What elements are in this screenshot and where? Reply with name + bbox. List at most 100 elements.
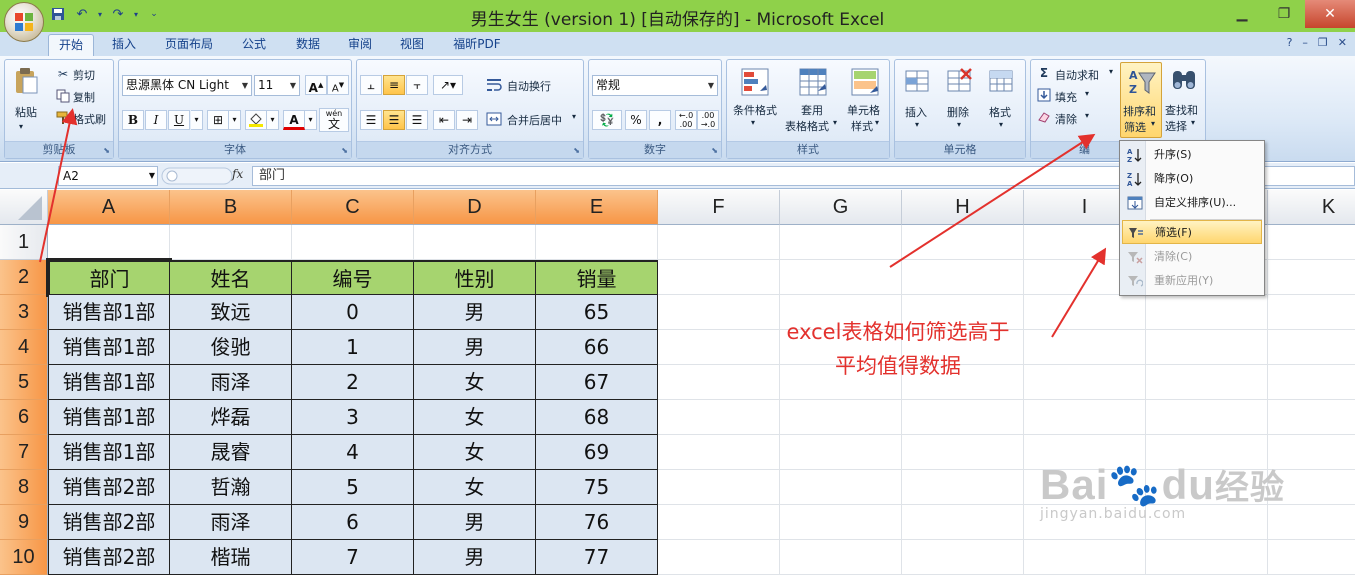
table-cell[interactable]: 68	[536, 400, 658, 435]
insert-function-icon[interactable]: fx	[232, 167, 243, 181]
column-header-e[interactable]: E	[536, 190, 658, 225]
tab-insert[interactable]: 插入	[104, 34, 144, 56]
font-name-select[interactable]: 思源黑体 CN Light ▼	[122, 75, 252, 96]
grid-cell[interactable]	[1268, 400, 1355, 435]
table-cell[interactable]: 75	[536, 470, 658, 505]
paste-icon[interactable]	[11, 66, 41, 96]
increase-indent-icon[interactable]: ⇥	[456, 110, 478, 130]
table-header-cell[interactable]: 销量	[536, 260, 658, 295]
row-header-8[interactable]: 8	[0, 470, 48, 505]
row-header-4[interactable]: 4	[0, 330, 48, 365]
grow-font-button[interactable]: A▲	[305, 75, 327, 95]
table-cell[interactable]: 销售部2部	[48, 540, 170, 575]
grid-cell[interactable]	[658, 295, 780, 330]
table-cell[interactable]: 男	[414, 295, 536, 330]
help-icon[interactable]: ?	[1287, 36, 1293, 49]
table-cell[interactable]: 6	[292, 505, 414, 540]
grid-cell[interactable]	[1146, 540, 1268, 575]
grid-cell[interactable]	[1024, 365, 1146, 400]
align-middle-icon[interactable]: ≡	[383, 75, 405, 95]
grid-cell[interactable]	[1268, 365, 1355, 400]
grid-cell[interactable]	[902, 435, 1024, 470]
grid-cell[interactable]	[902, 225, 1024, 260]
grid-cell[interactable]	[1024, 330, 1146, 365]
table-cell[interactable]: 0	[292, 295, 414, 330]
table-cell[interactable]: 哲瀚	[170, 470, 292, 505]
table-cell[interactable]: 76	[536, 505, 658, 540]
format-painter-icon[interactable]	[55, 110, 71, 126]
tab-page-layout[interactable]: 页面布局	[160, 34, 218, 56]
table-cell[interactable]: 楷瑞	[170, 540, 292, 575]
menu-item-sort-ascending[interactable]: AZ 升序(S)	[1122, 143, 1262, 167]
tab-view[interactable]: 视图	[392, 34, 432, 56]
orientation-icon[interactable]: ↗▾	[433, 75, 463, 95]
autosum-dropdown-icon[interactable]: ▾	[1109, 67, 1113, 76]
table-cell[interactable]: 66	[536, 330, 658, 365]
grid-cell[interactable]	[658, 470, 780, 505]
grid-cell[interactable]	[780, 540, 902, 575]
format-painter-label[interactable]: 格式刷	[73, 111, 106, 127]
table-cell[interactable]: 致远	[170, 295, 292, 330]
table-header-cell[interactable]: 编号	[292, 260, 414, 295]
table-cell[interactable]: 4	[292, 435, 414, 470]
clipboard-launcher-icon[interactable]: ⬊	[103, 146, 110, 155]
increase-decimal-button[interactable]: ←.0.00	[675, 110, 697, 130]
merge-center-label[interactable]: 合并后居中	[507, 112, 562, 128]
grid-cell[interactable]	[1146, 400, 1268, 435]
table-cell[interactable]: 销售部2部	[48, 505, 170, 540]
table-cell[interactable]: 2	[292, 365, 414, 400]
font-launcher-icon[interactable]: ⬊	[341, 146, 348, 155]
copy-icon[interactable]	[55, 88, 71, 104]
merge-dropdown-icon[interactable]: ▾	[572, 112, 576, 121]
name-box[interactable]: A2 ▼	[58, 166, 158, 186]
table-cell[interactable]: 俊驰	[170, 330, 292, 365]
row-header-5[interactable]: 5	[0, 365, 48, 400]
grid-cell[interactable]	[902, 260, 1024, 295]
grid-cell[interactable]	[1268, 330, 1355, 365]
fill-dropdown-icon[interactable]: ▾	[1085, 89, 1089, 98]
table-cell[interactable]: 67	[536, 365, 658, 400]
format-cells-label[interactable]: 格式	[989, 104, 1011, 120]
accounting-format-icon[interactable]: 💱	[592, 110, 622, 130]
underline-dropdown-icon[interactable]: ▾	[191, 110, 203, 130]
bold-button[interactable]: B	[122, 110, 144, 130]
wrap-text-icon[interactable]	[485, 76, 503, 94]
table-cell[interactable]: 销售部1部	[48, 330, 170, 365]
column-header-f[interactable]: F	[658, 190, 780, 225]
grid-cell[interactable]	[658, 225, 780, 260]
table-cell[interactable]: 3	[292, 400, 414, 435]
ribbon-restore-icon[interactable]: ❐	[1318, 36, 1328, 49]
table-cell[interactable]: 女	[414, 470, 536, 505]
find-select-label-1[interactable]: 查找和	[1165, 102, 1198, 118]
copy-label[interactable]: 复制	[73, 89, 95, 105]
column-header-d[interactable]: D	[414, 190, 536, 225]
conditional-format-label[interactable]: 条件格式	[733, 102, 777, 118]
table-cell[interactable]: 晟睿	[170, 435, 292, 470]
table-cell[interactable]: 雨泽	[170, 505, 292, 540]
table-cell[interactable]: 男	[414, 330, 536, 365]
tab-data[interactable]: 数据	[288, 34, 328, 56]
grid-cell[interactable]	[658, 260, 780, 295]
align-bottom-icon[interactable]: ⫟	[406, 75, 428, 95]
grid-cell[interactable]	[536, 225, 658, 260]
grid-cell[interactable]	[1146, 330, 1268, 365]
format-table-icon[interactable]	[797, 66, 829, 98]
autosum-label[interactable]: 自动求和	[1055, 67, 1099, 83]
table-header-cell[interactable]: 姓名	[170, 260, 292, 295]
fill-label[interactable]: 填充	[1055, 89, 1077, 105]
table-cell[interactable]: 雨泽	[170, 365, 292, 400]
table-cell[interactable]: 1	[292, 330, 414, 365]
table-cell[interactable]: 销售部1部	[48, 400, 170, 435]
grid-cell[interactable]	[1024, 400, 1146, 435]
align-left-icon[interactable]: ☰	[360, 110, 382, 130]
shrink-font-button[interactable]: A▼	[327, 75, 349, 95]
find-select-label-2[interactable]: 选择	[1165, 118, 1187, 134]
cell-styles-label-2[interactable]: 样式	[851, 118, 873, 134]
tab-foxit-pdf[interactable]: 福昕PDF	[446, 34, 508, 56]
grid-cell[interactable]	[902, 470, 1024, 505]
grid-cell[interactable]	[780, 225, 902, 260]
menu-item-filter[interactable]: 筛选(F)	[1122, 220, 1262, 244]
underline-button[interactable]: U	[168, 110, 190, 130]
tab-formulas[interactable]: 公式	[234, 34, 274, 56]
align-right-icon[interactable]: ☰	[406, 110, 428, 130]
